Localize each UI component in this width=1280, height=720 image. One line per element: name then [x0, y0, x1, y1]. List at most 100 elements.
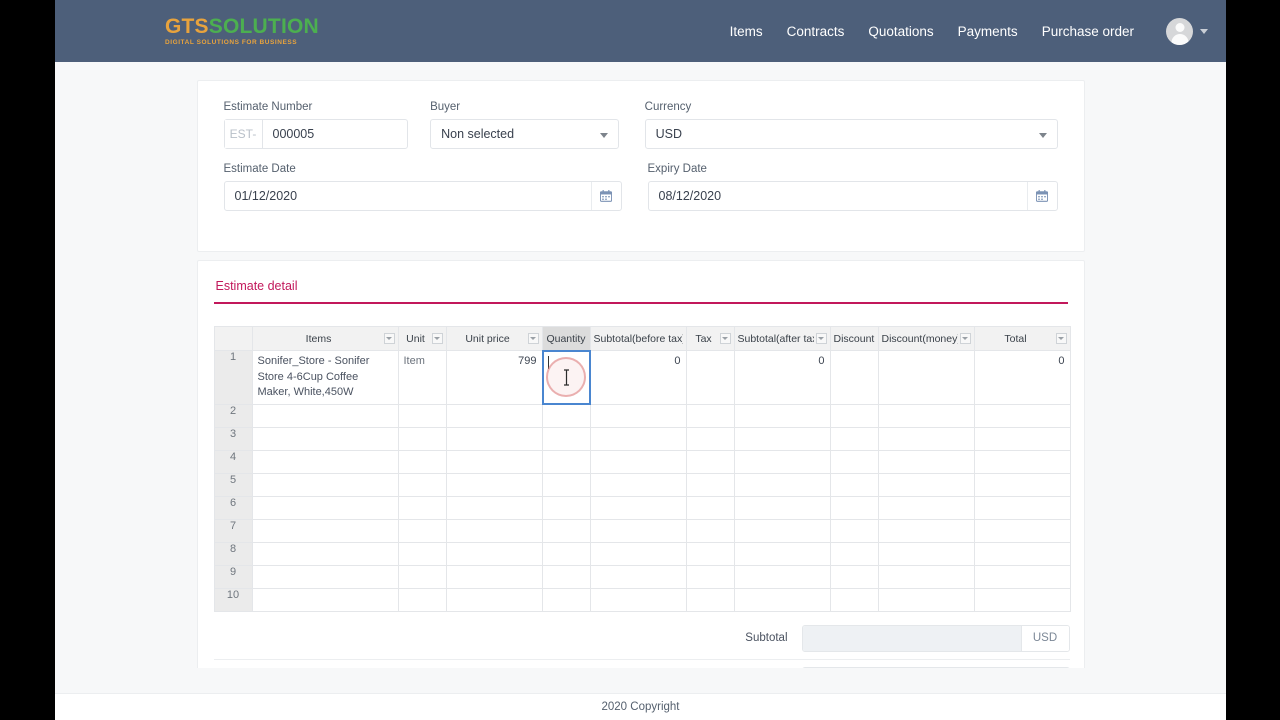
table-row[interactable]: 2 [213, 403, 1071, 428]
cell-unit-price[interactable] [445, 495, 543, 520]
currency-select[interactable]: USD [644, 119, 1058, 149]
cell-tax[interactable] [685, 350, 735, 405]
cell-discount-percent[interactable] [829, 564, 879, 589]
cell-items[interactable] [251, 426, 399, 451]
filter-dropdown-icon[interactable] [1055, 333, 1067, 344]
filter-dropdown-icon[interactable] [527, 333, 539, 344]
cell-subtotal-after-tax[interactable] [733, 472, 831, 497]
cell-quantity[interactable] [541, 449, 591, 474]
discount-percent-input[interactable] [802, 667, 1039, 668]
cell-unit-price[interactable] [445, 403, 543, 428]
cell-subtotal-after-tax[interactable] [733, 541, 831, 566]
cell-subtotal-after-tax[interactable] [733, 518, 831, 543]
cell-discount-money[interactable] [877, 403, 975, 428]
cell-unit-price[interactable] [445, 518, 543, 543]
cell-discount-money[interactable] [877, 587, 975, 612]
expiry-date-value[interactable]: 08/12/2020 [649, 189, 1027, 203]
cell-discount-money[interactable] [877, 541, 975, 566]
cell-subtotal-after-tax[interactable] [733, 587, 831, 612]
table-row[interactable]: 6 [213, 495, 1071, 520]
cell-tax[interactable] [685, 403, 735, 428]
col-header-unit-price[interactable]: Unit price [445, 326, 543, 351]
cell-total[interactable] [973, 587, 1071, 612]
cell-discount-money[interactable] [877, 472, 975, 497]
filter-dropdown-icon[interactable] [383, 333, 395, 344]
cell-quantity[interactable] [541, 472, 591, 497]
chevron-down-icon[interactable] [1038, 127, 1047, 141]
col-header-subtotal-before-tax[interactable]: Subtotal(before tax) [589, 326, 687, 351]
cell-discount-money[interactable] [877, 350, 975, 405]
cell-unit[interactable] [397, 403, 447, 428]
cell-total[interactable]: 0 [973, 350, 1071, 405]
col-header-unit[interactable]: Unit [397, 326, 447, 351]
cell-unit-price[interactable] [445, 541, 543, 566]
col-header-discount-money[interactable]: Discount(money) [877, 326, 975, 351]
estimate-date-input[interactable]: 01/12/2020 [223, 181, 622, 211]
cell-quantity[interactable] [541, 495, 591, 520]
cell-items[interactable] [251, 518, 399, 543]
cell-total[interactable] [973, 518, 1071, 543]
cell-tax[interactable] [685, 587, 735, 612]
nav-item-items[interactable]: Items [730, 24, 763, 39]
cell-subtotal-before-tax[interactable] [589, 495, 687, 520]
cell-unit-price[interactable]: 799 [445, 350, 543, 405]
expiry-date-input[interactable]: 08/12/2020 [647, 181, 1058, 211]
buyer-select[interactable]: Non selected [430, 119, 619, 149]
cell-unit-price[interactable] [445, 564, 543, 589]
cell-quantity[interactable] [541, 518, 591, 543]
cell-subtotal-before-tax[interactable] [589, 449, 687, 474]
filter-dropdown-icon[interactable] [431, 333, 443, 344]
estimate-detail-grid[interactable]: Items Unit Unit price Quantity Subtotal(… [213, 326, 1071, 612]
cell-total[interactable] [973, 426, 1071, 451]
cell-unit[interactable] [397, 472, 447, 497]
cell-subtotal-before-tax[interactable] [589, 564, 687, 589]
col-header-total[interactable]: Total [973, 326, 1071, 351]
filter-dropdown-icon[interactable] [719, 333, 731, 344]
cell-unit-price[interactable] [445, 472, 543, 497]
table-row[interactable]: 4 [213, 449, 1071, 474]
cell-subtotal-before-tax[interactable] [589, 426, 687, 451]
cell-subtotal-before-tax[interactable] [589, 541, 687, 566]
cell-discount-percent[interactable] [829, 587, 879, 612]
cell-subtotal-after-tax[interactable] [733, 564, 831, 589]
cell-total[interactable] [973, 541, 1071, 566]
cell-unit-price[interactable] [445, 587, 543, 612]
cell-subtotal-after-tax[interactable] [733, 495, 831, 520]
cell-unit[interactable] [397, 541, 447, 566]
cell-tax[interactable] [685, 472, 735, 497]
cell-subtotal-before-tax[interactable] [589, 403, 687, 428]
cell-subtotal-after-tax[interactable] [733, 426, 831, 451]
table-row[interactable]: 10 [213, 587, 1071, 612]
cell-quantity[interactable] [541, 350, 591, 405]
cell-subtotal-before-tax[interactable] [589, 472, 687, 497]
nav-item-purchase-order[interactable]: Purchase order [1042, 24, 1134, 39]
cell-discount-percent[interactable] [829, 472, 879, 497]
calendar-icon[interactable] [1026, 182, 1057, 210]
user-menu[interactable] [1166, 17, 1208, 45]
cell-unit[interactable] [397, 587, 447, 612]
cell-tax[interactable] [685, 541, 735, 566]
cell-unit[interactable] [397, 518, 447, 543]
cell-discount-percent[interactable] [829, 495, 879, 520]
cell-total[interactable] [973, 403, 1071, 428]
cell-quantity[interactable] [541, 564, 591, 589]
chevron-down-icon[interactable] [1200, 28, 1208, 34]
cell-discount-percent[interactable] [829, 449, 879, 474]
col-header-discount-percent[interactable]: Discount(%) [829, 326, 879, 351]
cell-unit[interactable]: Item [397, 350, 447, 405]
cell-subtotal-after-tax[interactable] [733, 403, 831, 428]
cell-discount-percent[interactable] [829, 518, 879, 543]
nav-item-quotations[interactable]: Quotations [868, 24, 933, 39]
cell-unit[interactable] [397, 564, 447, 589]
col-header-items[interactable]: Items [251, 326, 399, 351]
cell-items[interactable] [251, 449, 399, 474]
cell-discount-money[interactable] [877, 518, 975, 543]
cell-items[interactable] [251, 403, 399, 428]
cell-items[interactable] [251, 495, 399, 520]
cell-discount-percent[interactable] [829, 426, 879, 451]
cell-total[interactable] [973, 564, 1071, 589]
col-header-tax[interactable]: Tax [685, 326, 735, 351]
estimate-number-input[interactable]: EST- 000005 [223, 119, 409, 149]
cell-total[interactable] [973, 449, 1071, 474]
cell-items[interactable] [251, 564, 399, 589]
